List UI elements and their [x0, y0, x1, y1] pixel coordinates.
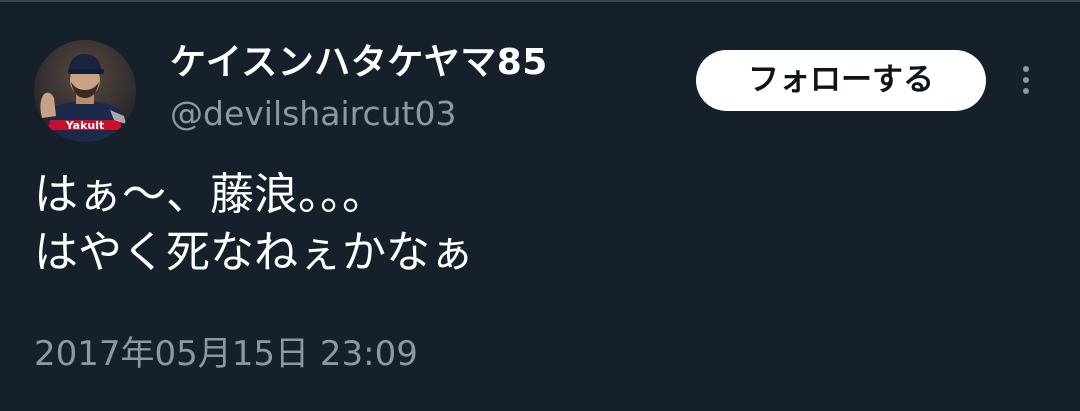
tweet-text-line: はやく死なねぇかなぁ — [34, 227, 474, 278]
svg-text:Yakult: Yakult — [65, 119, 105, 132]
author-handle[interactable]: @devilshaircut03 — [170, 92, 456, 136]
more-dot — [1023, 66, 1029, 72]
follow-button[interactable]: フォローする — [696, 50, 986, 111]
tweet-text-line: はぁ〜、藤浪。。。 — [34, 169, 386, 220]
author-display-name[interactable]: ケイスンハタケヤマ85 — [170, 38, 548, 88]
more-dot — [1023, 77, 1029, 83]
more-dot — [1023, 88, 1029, 94]
avatar-photo: Yakult — [34, 40, 136, 142]
tweet-text: はぁ〜、藤浪。。。 はやく死なねぇかなぁ — [34, 166, 1044, 282]
avatar[interactable]: Yakult — [34, 40, 136, 142]
tweet-card: Yakult ケイスンハタケヤマ85 @devilshaircut03 フォロー… — [0, 0, 1080, 411]
more-horizontal-icon[interactable] — [1010, 62, 1042, 98]
tweet-timestamp[interactable]: 2017年05月15日 23:09 — [34, 330, 418, 378]
